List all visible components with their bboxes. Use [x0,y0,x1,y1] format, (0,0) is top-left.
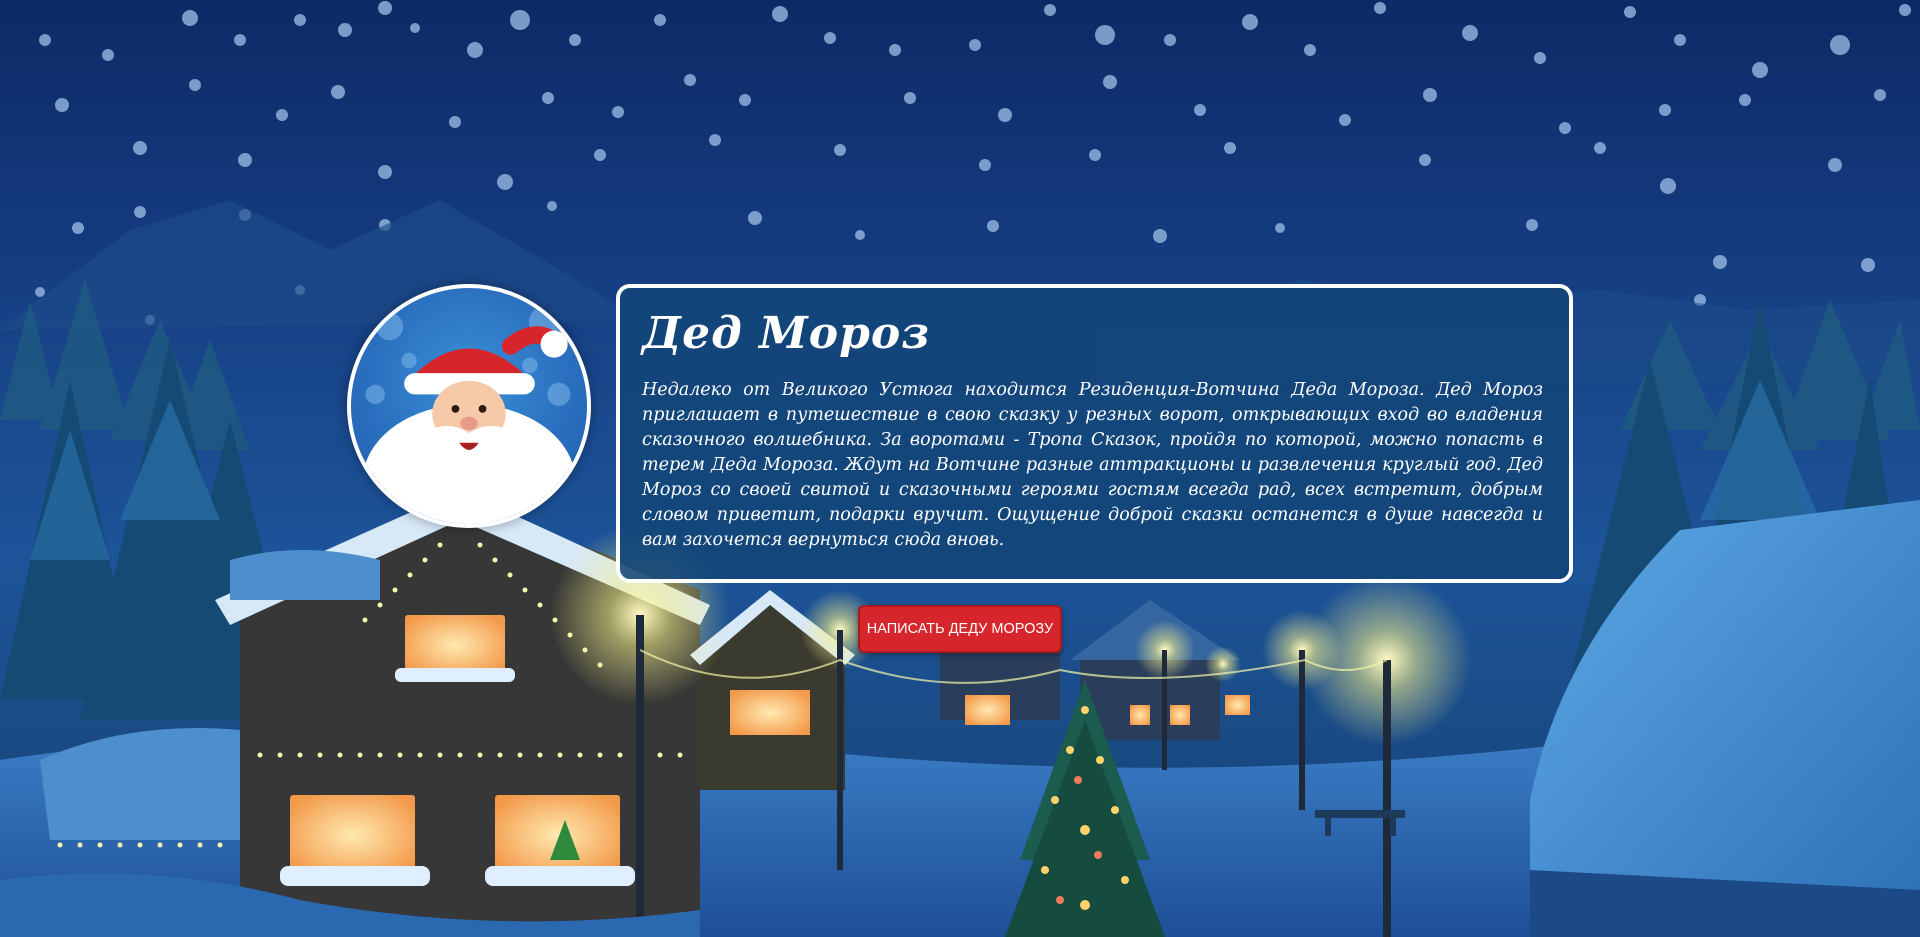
santa-claus-avatar [347,284,591,528]
card-description: Недалеко от Великого Устюга находится Ре… [642,380,1543,551]
winter-village-scene: Дед Мороз Недалеко от Великого Устюга на… [0,0,1920,937]
write-to-santa-button[interactable]: НАПИСАТЬ ДЕДУ МОРОЗУ [858,605,1062,653]
card-title: Дед Мороз [642,308,931,359]
info-card: Дед Мороз Недалеко от Великого Устюга на… [616,284,1573,583]
santa-claus-avatar-icon [362,306,576,524]
